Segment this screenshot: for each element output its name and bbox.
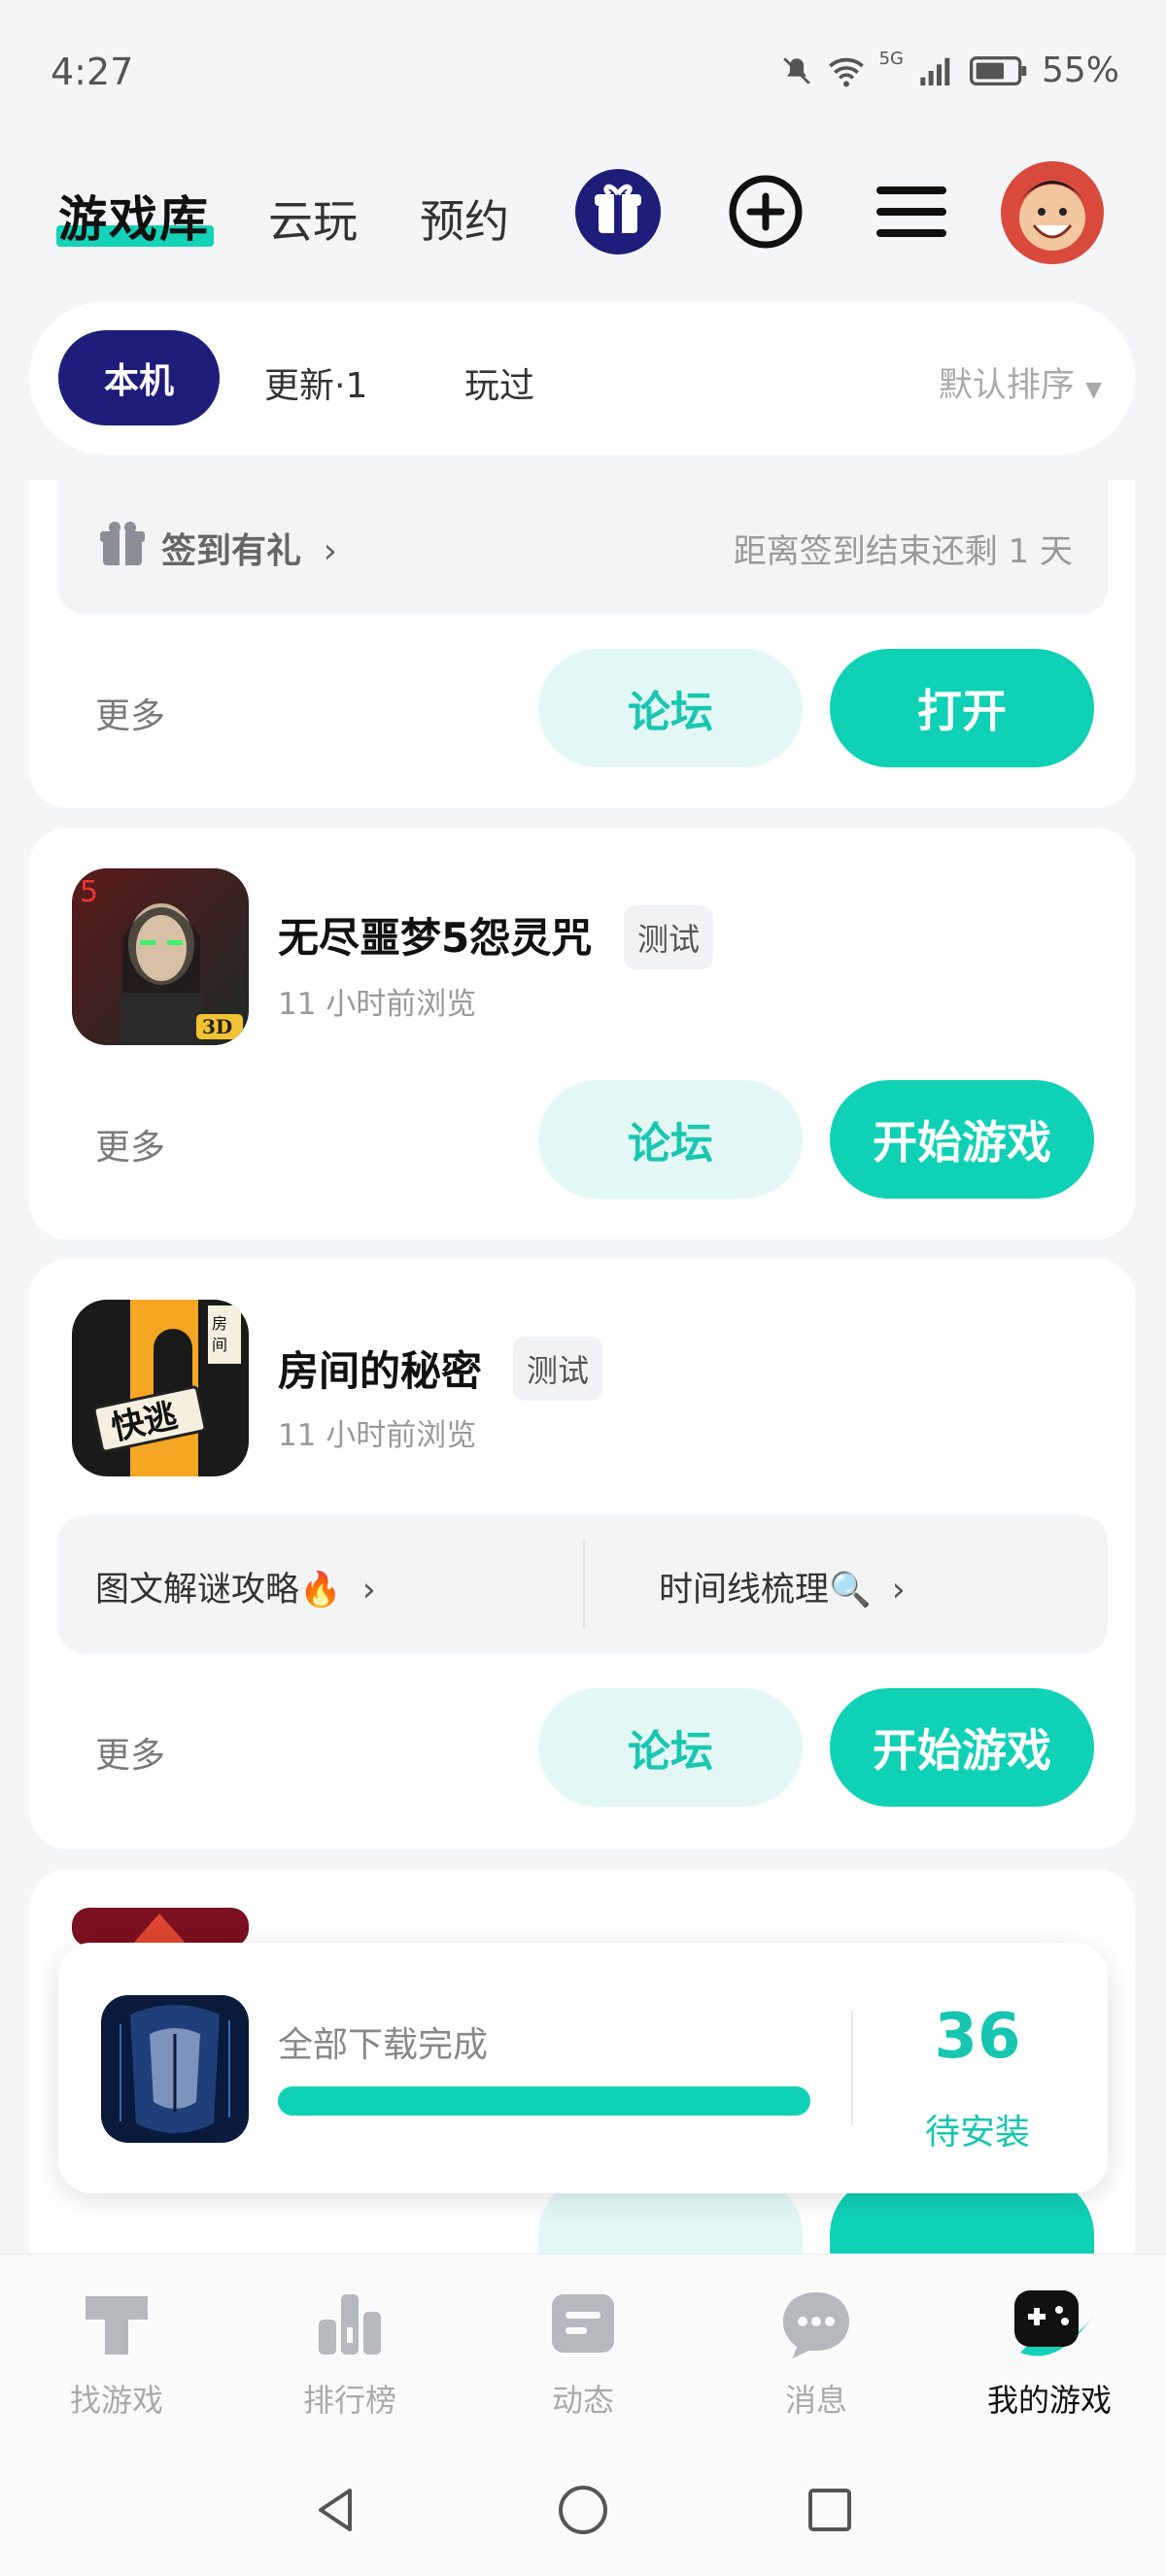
download-status: 全部下载完成 [278, 2025, 489, 2065]
nav-label: 消息 [784, 2382, 847, 2419]
nav-my-games[interactable]: 我的游戏 [952, 2285, 1147, 2421]
divider [583, 1541, 585, 1628]
more-button[interactable]: 更多 [95, 1727, 165, 1778]
sign-in-label: 签到有礼 [161, 531, 302, 571]
gift-icon[interactable] [571, 165, 665, 258]
status-time: 4:27 [51, 51, 134, 93]
sort-label: 默认排序 [938, 366, 1075, 405]
gift-box-icon [100, 522, 145, 565]
divider [851, 2011, 853, 2125]
signal-icon [920, 57, 950, 85]
svg-text:5: 5 [80, 875, 98, 909]
nav-messages[interactable]: 消息 [719, 2285, 913, 2421]
avatar[interactable] [1001, 161, 1104, 264]
nav-label: 找游戏 [69, 2382, 163, 2419]
sign-in-countdown: 距离签到结束还剩 1 天 [733, 532, 1073, 571]
pending-install-label[interactable]: 待安装 [880, 2104, 1075, 2154]
test-badge: 测试 [624, 905, 714, 969]
chat-bubble-icon [783, 2292, 849, 2358]
nav-label: 我的游戏 [986, 2382, 1112, 2419]
back-icon[interactable] [307, 2481, 365, 2539]
game-icon-room-secret[interactable]: 快逃 房 间 [72, 1300, 249, 1476]
mute-bell-icon [782, 56, 810, 85]
chevron-right-icon: › [323, 531, 337, 571]
start-game-button[interactable]: 开始游戏 [830, 1688, 1094, 1807]
game-icon-partial [72, 1908, 249, 1947]
guide-link-walkthrough[interactable]: 图文解谜攻略🔥 › [95, 1562, 376, 1611]
guide-link-label: 时间线梳理🔍 [659, 1571, 872, 1610]
tab-reservation[interactable]: 预约 [420, 186, 509, 251]
download-game-thumbnail [101, 1995, 249, 2143]
more-button[interactable]: 更多 [95, 688, 165, 738]
pending-install-count[interactable]: 36 [880, 2001, 1075, 2073]
sort-dropdown[interactable]: 默认排序 ▼ [939, 357, 1102, 407]
recents-icon[interactable] [801, 2481, 859, 2539]
nav-ranking[interactable]: 排行榜 [253, 2285, 447, 2421]
nav-find-games[interactable]: 找游戏 [19, 2285, 214, 2421]
chevron-right-icon: › [891, 1571, 906, 1610]
svg-text:间: 间 [212, 1336, 227, 1354]
game-title[interactable]: 房间的秘密 [278, 1339, 482, 1398]
game-icon-nightmare[interactable]: 5 3D [72, 868, 249, 1045]
filter-local[interactable]: 本机 [58, 330, 220, 425]
last-viewed: 11 小时前浏览 [278, 1418, 477, 1453]
forum-button[interactable]: 论坛 [538, 1080, 803, 1199]
svg-text:3D: 3D [202, 1015, 232, 1038]
chevron-right-icon: › [361, 1571, 376, 1610]
tab-game-library[interactable]: 游戏库 [58, 181, 210, 251]
battery-text: 55% [1041, 51, 1119, 90]
menu-icon[interactable] [865, 165, 958, 258]
find-games-icon [86, 2296, 148, 2355]
gamepad-icon [1014, 2290, 1094, 2356]
wifi-icon [828, 57, 864, 86]
nav-feed[interactable]: 动态 [486, 2285, 680, 2421]
download-progress-fill [278, 2086, 810, 2116]
forum-button[interactable]: 论坛 [538, 649, 803, 767]
more-button[interactable]: 更多 [95, 1119, 165, 1169]
filter-updates[interactable]: 更新·1 [264, 357, 367, 408]
ranking-icon [319, 2294, 381, 2355]
svg-text:房: 房 [212, 1314, 227, 1333]
status-icons: 5G 55% [780, 49, 1119, 90]
feed-icon [552, 2294, 614, 2353]
test-badge: 测试 [513, 1337, 603, 1401]
filter-played[interactable]: 玩过 [464, 357, 534, 408]
nav-label: 排行榜 [302, 2382, 396, 2419]
open-button[interactable]: 打开 [830, 649, 1094, 767]
home-icon[interactable] [554, 2481, 612, 2539]
guide-link-timeline[interactable]: 时间线梳理🔍 › [659, 1562, 906, 1611]
nav-label: 动态 [551, 2382, 614, 2419]
chevron-down-icon: ▼ [1085, 378, 1102, 402]
network-label: 5G [878, 49, 904, 69]
last-viewed: 11 小时前浏览 [278, 987, 477, 1022]
tab-cloud-play[interactable]: 云玩 [268, 186, 358, 251]
game-title[interactable]: 无尽噩梦5怨灵咒 [278, 905, 592, 965]
guide-link-label: 图文解谜攻略🔥 [95, 1571, 342, 1610]
start-game-button[interactable]: 开始游戏 [830, 1080, 1094, 1199]
add-circle-icon[interactable] [719, 165, 812, 258]
forum-button[interactable]: 论坛 [538, 1688, 803, 1807]
battery-icon [969, 55, 1027, 85]
